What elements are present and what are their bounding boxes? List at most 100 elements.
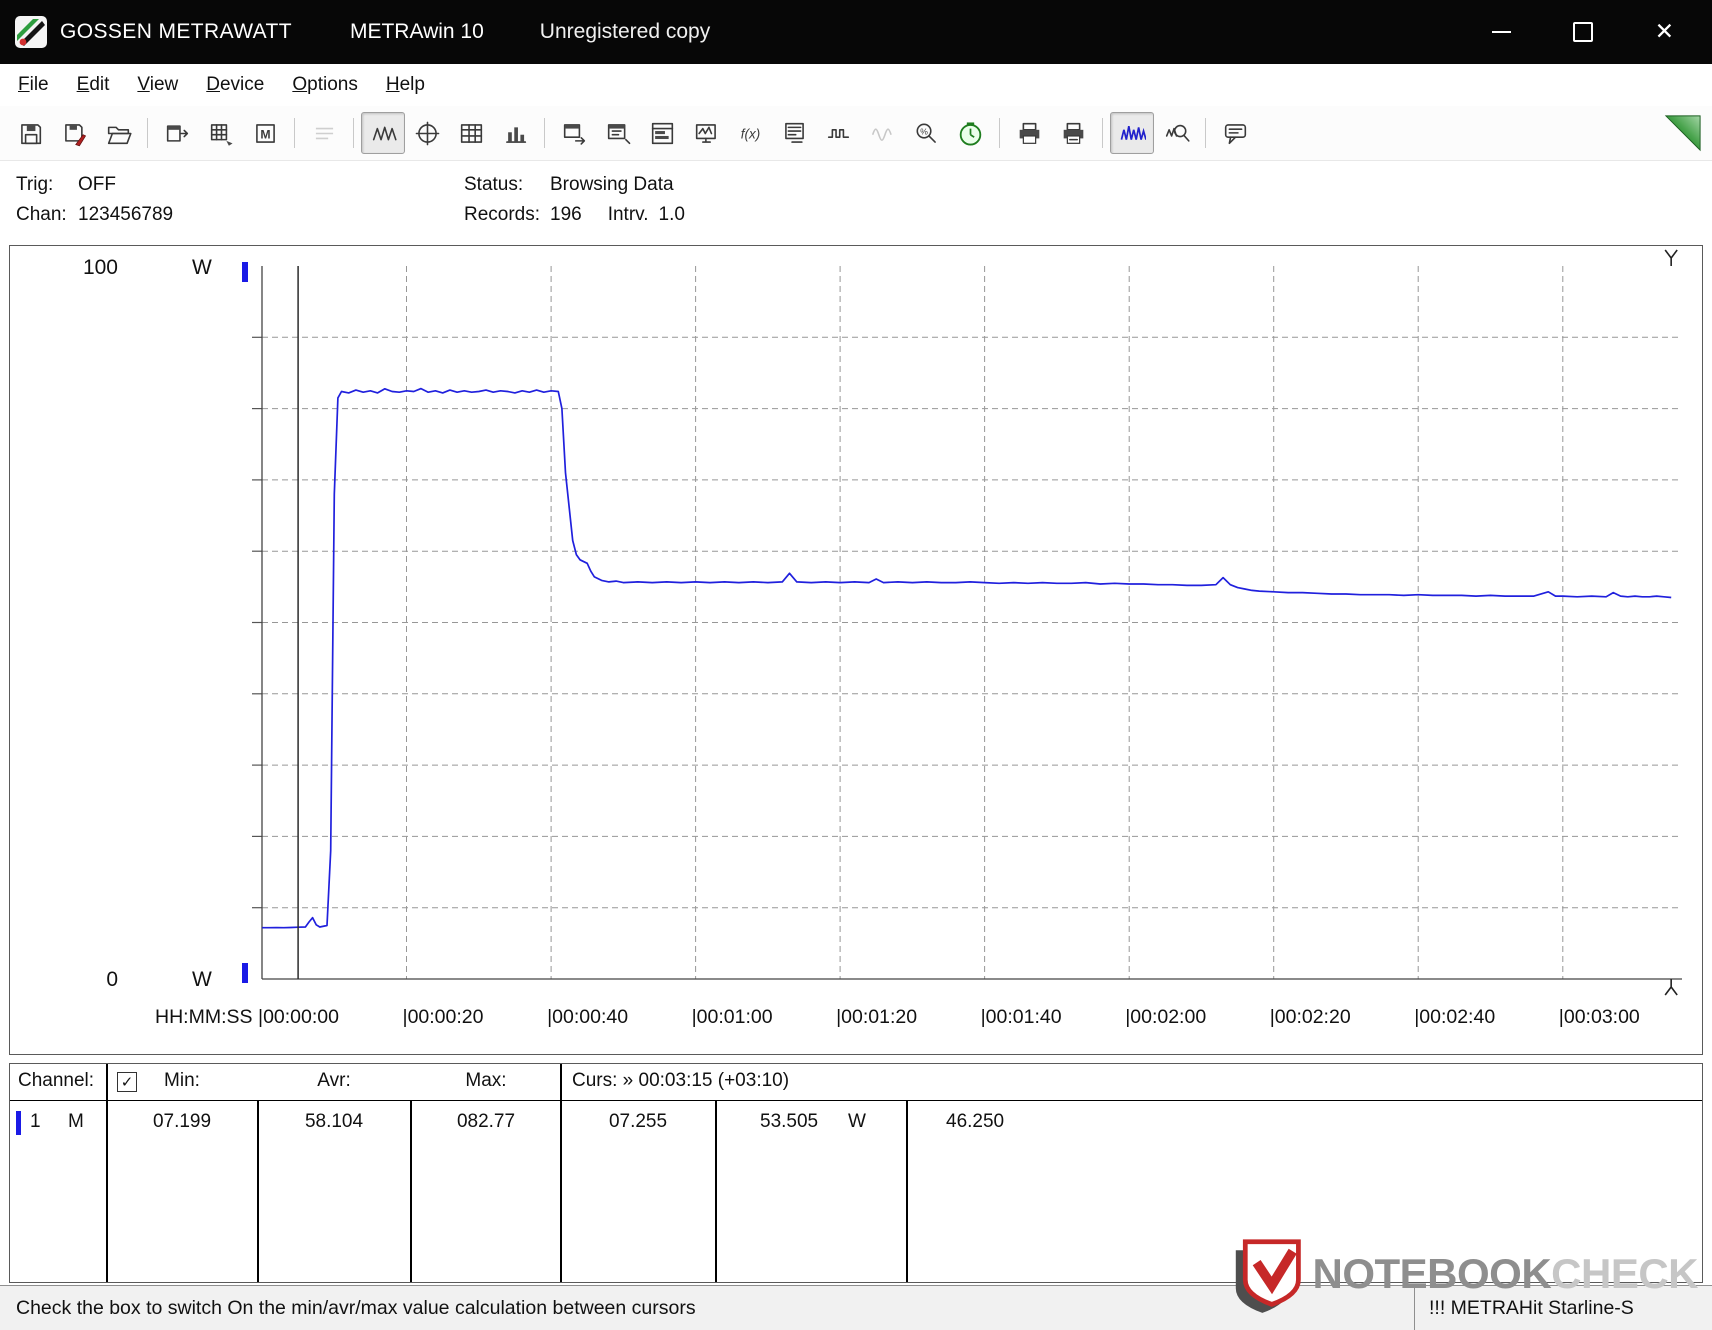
monitor-icon — [693, 120, 720, 147]
table-view-button[interactable] — [449, 112, 493, 154]
lines-icon — [311, 120, 338, 147]
status-value: Browsing Data — [550, 174, 674, 195]
channel-mode: M — [68, 1111, 84, 1133]
formula-button[interactable]: f(x) — [728, 112, 772, 154]
monitor-view-button[interactable] — [684, 112, 728, 154]
print-button[interactable] — [1007, 112, 1051, 154]
wave-icon — [370, 120, 397, 147]
records-value: 196 — [550, 204, 582, 225]
gridx-icon — [208, 120, 235, 147]
x-tick-label: |00:00:00 — [258, 1006, 339, 1028]
y-axis-unit-bottom: W — [192, 968, 212, 991]
close-button[interactable]: ✕ — [1655, 21, 1674, 44]
timer-button[interactable] — [948, 112, 992, 154]
bar-graph-view-button[interactable] — [493, 112, 537, 154]
line-chart-view-button[interactable] — [361, 112, 405, 154]
clock-icon — [957, 120, 984, 147]
maximize-button[interactable] — [1573, 22, 1593, 42]
analog-wave-button[interactable] — [860, 112, 904, 154]
svg-text:f(x): f(x) — [740, 126, 760, 141]
x-tick-label: |00:03:00 — [1559, 1006, 1640, 1028]
resize-grip-triangle-icon[interactable] — [1664, 114, 1702, 152]
minimize-button[interactable] — [1492, 31, 1511, 33]
device-icon — [781, 120, 808, 147]
table-separator — [410, 1100, 412, 1282]
unit-label: W — [848, 1111, 866, 1133]
x-axis-format-label: HH:MM:SS — [155, 1006, 253, 1028]
export-memory-button[interactable]: M — [243, 112, 287, 154]
fx-icon: f(x) — [737, 120, 764, 147]
y-range-top-marker — [242, 262, 248, 282]
records-label: Records: — [464, 200, 550, 230]
x-tick-label: |00:02:00 — [1125, 1006, 1206, 1028]
y-axis-unit-top: W — [192, 256, 212, 279]
svg-text:M: M — [260, 127, 270, 141]
interval-label: Intrv. — [608, 204, 649, 225]
avr-value: 58.104 — [305, 1111, 363, 1133]
save-setup-button[interactable] — [52, 112, 96, 154]
comment-button[interactable] — [1213, 112, 1257, 154]
channel-1-color-marker — [16, 1111, 21, 1135]
cursor-2-top-marker[interactable] — [1665, 250, 1677, 266]
menu-edit[interactable]: Edit — [63, 68, 124, 102]
table-separator — [257, 1100, 259, 1282]
delta-value: 46.250 — [946, 1111, 1004, 1133]
channel-visibility-checkbox[interactable]: ✓ — [117, 1072, 137, 1092]
folder-icon — [105, 120, 132, 147]
trigger-channel-info: Trig:OFF Chan:123456789 — [16, 170, 173, 230]
status-records-info: Status:Browsing Data Records:196Intrv.1.… — [464, 170, 685, 230]
print-preview-button[interactable] — [1051, 112, 1095, 154]
x-tick-label: |00:01:20 — [836, 1006, 917, 1028]
table-separator — [560, 1064, 562, 1282]
table-separator — [106, 1064, 108, 1282]
device-display-button[interactable] — [772, 112, 816, 154]
y-axis-max-label: 100 — [83, 256, 118, 279]
menu-file[interactable]: File — [4, 68, 63, 102]
notebookcheck-watermark: NOTEBOOKCHECK — [1232, 1232, 1698, 1316]
channel-column-header: Channel: — [18, 1070, 94, 1092]
zoom-percent-button[interactable]: % — [904, 112, 948, 154]
window-license-status: Unregistered copy — [540, 20, 710, 44]
x-tick-label: |00:01:40 — [981, 1006, 1062, 1028]
toolbar: Mf(x)% — [0, 106, 1712, 161]
bars-icon — [502, 120, 529, 147]
status-hint: Check the box to switch On the min/avr/m… — [0, 1297, 696, 1320]
transfer-window-button[interactable] — [552, 112, 596, 154]
export-data-button[interactable] — [155, 112, 199, 154]
cursor-2-bottom-marker[interactable] — [1665, 979, 1677, 995]
cross-icon — [414, 120, 441, 147]
zoom-search-button[interactable] — [1154, 112, 1198, 154]
table-icon — [458, 120, 485, 147]
table-header-divider — [10, 1100, 1702, 1101]
window-brand: GOSSEN METRAWATT — [60, 20, 292, 44]
timeline-button[interactable] — [640, 112, 684, 154]
list-view-button[interactable] — [302, 112, 346, 154]
min-column-header: Min: — [164, 1070, 200, 1092]
menu-view[interactable]: View — [123, 68, 192, 102]
power-chart[interactable]: 100W0WHH:MM:SS|00:00:00|00:00:20|00:00:4… — [10, 246, 1702, 1054]
notebookcheck-shield-icon — [1232, 1232, 1306, 1316]
wave2-icon — [825, 120, 852, 147]
menu-options[interactable]: Options — [278, 68, 371, 102]
pulse-wave-button[interactable] — [816, 112, 860, 154]
chart-panel: 100W0WHH:MM:SS|00:00:00|00:00:20|00:00:4… — [9, 245, 1703, 1055]
menu-device[interactable]: Device — [192, 68, 278, 102]
zoom-curve-button[interactable] — [1110, 112, 1154, 154]
scope-view-button[interactable] — [405, 112, 449, 154]
min-value: 07.199 — [153, 1111, 211, 1133]
export-icon — [164, 120, 191, 147]
window-controls: ✕ — [1492, 21, 1698, 44]
export-grid-button[interactable] — [199, 112, 243, 154]
y-axis-min-label: 0 — [106, 968, 118, 991]
chan-label: Chan: — [16, 200, 78, 230]
menu-help[interactable]: Help — [372, 68, 439, 102]
import-window-button[interactable] — [596, 112, 640, 154]
trig-label: Trig: — [16, 170, 78, 200]
save-data-button[interactable] — [8, 112, 52, 154]
toolbar-separator — [1205, 118, 1206, 148]
open-file-button[interactable] — [96, 112, 140, 154]
cursor1-value: 07.255 — [609, 1111, 667, 1133]
disk-icon — [17, 120, 44, 147]
menu-bar: FileEditViewDeviceOptionsHelp — [0, 64, 1712, 106]
diskpen-icon — [61, 120, 88, 147]
